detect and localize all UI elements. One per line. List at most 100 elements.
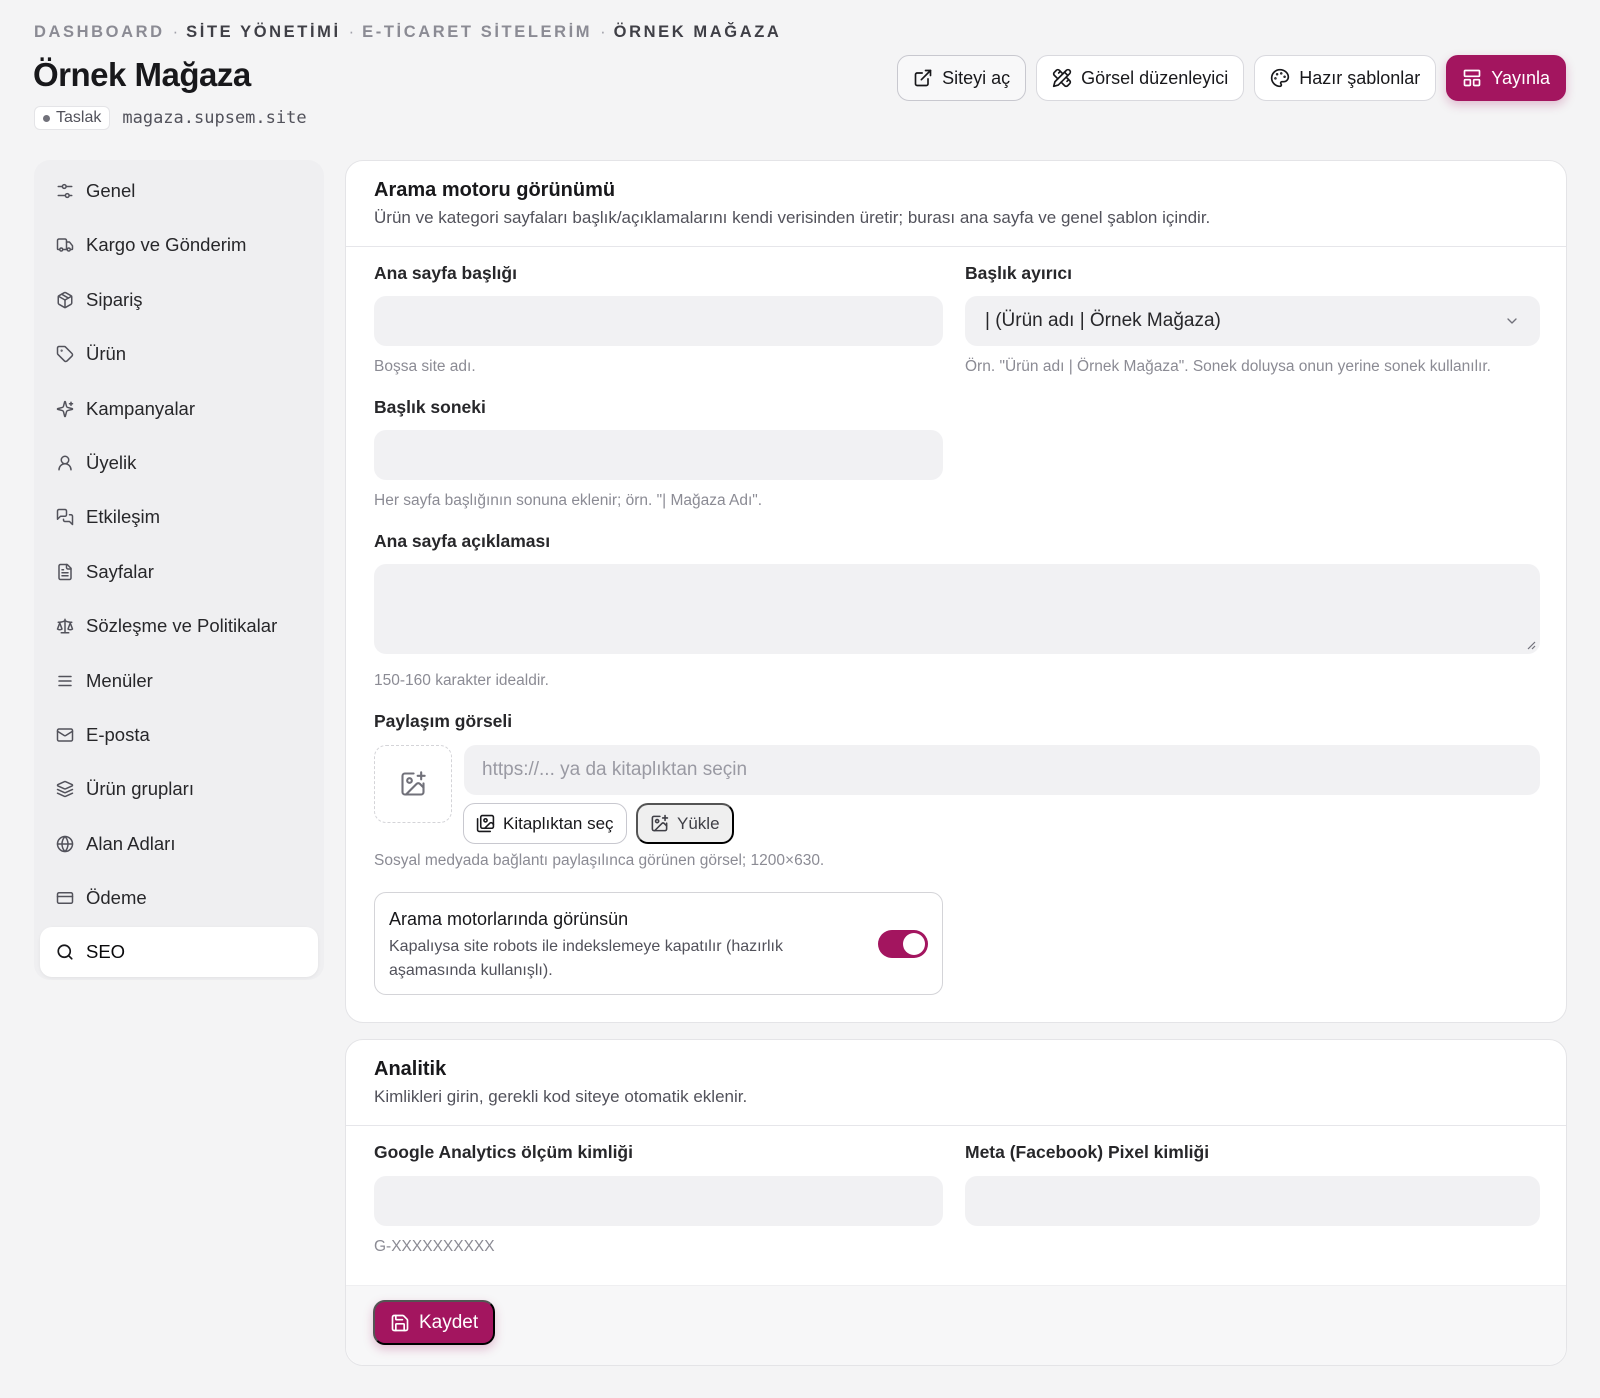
- pencil-ruler-icon: [1052, 68, 1072, 88]
- upload-button[interactable]: Yükle: [636, 803, 734, 844]
- analytics-card-footer: Kaydet: [346, 1285, 1566, 1365]
- truck-icon: [56, 238, 74, 253]
- status-badge: Taslak: [34, 106, 111, 130]
- image-plus-icon: [401, 771, 426, 796]
- sidebar-item-label: Sipariş: [86, 288, 143, 310]
- share-image-preview[interactable]: [374, 745, 452, 823]
- sidebar-item-menuler[interactable]: Menüler: [40, 656, 318, 706]
- seo-card: Arama motoru görünümü Ürün ve kategori s…: [345, 160, 1567, 1023]
- share-image-hint: Sosyal medyada bağlantı paylaşılınca gör…: [374, 852, 825, 869]
- title-separator-select[interactable]: | (Ürün adı | Örnek Mağaza): [965, 296, 1540, 346]
- sidebar-item-eposta[interactable]: E-posta: [40, 710, 318, 760]
- share-image-placeholder: https://... ya da kitaplıktan seçin: [482, 759, 748, 780]
- title-suffix-label: Başlık soneki: [374, 397, 486, 417]
- breadcrumb-ecommerce-sites[interactable]: E-TİCARET SİTELERİM: [362, 23, 592, 42]
- publish-label: Yayınla: [1491, 67, 1550, 88]
- breadcrumb-separator: ·: [600, 23, 606, 41]
- templates-label: Hazır şablonlar: [1299, 67, 1421, 88]
- analytics-card-title: Analitik: [374, 1058, 447, 1080]
- breadcrumb-separator: ·: [172, 23, 179, 41]
- sidebar-item-urun[interactable]: Ürün: [40, 329, 318, 379]
- ga-id-input[interactable]: [374, 1176, 943, 1226]
- sidebar-item-kargo[interactable]: Kargo ve Gönderim: [40, 220, 318, 270]
- sidebar-item-label: Kampanyalar: [86, 397, 196, 419]
- switch-knob: [903, 933, 925, 955]
- credit-card-icon: [56, 892, 74, 905]
- chevron-down-icon: [1507, 318, 1517, 324]
- sidebar-item-label: Ürün grupları: [86, 778, 194, 800]
- breadcrumb: DASHBOARD · SİTE YÖNETİMİ · E-TİCARET Sİ…: [34, 23, 781, 42]
- sidebar-item-siparis[interactable]: Sipariş: [40, 275, 318, 325]
- settings-sidebar: Genel Kargo ve Gönderim Sipariş Ürün Kam…: [34, 160, 324, 980]
- globe-icon: [56, 835, 74, 852]
- package-icon: [57, 291, 73, 309]
- title-separator-value: | (Ürün adı | Örnek Mağaza): [985, 310, 1221, 331]
- home-title-input[interactable]: [374, 296, 943, 346]
- sidebar-item-label: Menüler: [86, 669, 153, 691]
- breadcrumb-current: ÖRNEK MAĞAZA: [613, 23, 782, 41]
- sidebar-item-sayfalar[interactable]: Sayfalar: [40, 547, 318, 597]
- home-title-label: Ana sayfa başlığı: [374, 263, 517, 283]
- open-site-button[interactable]: Siteyi aç: [897, 55, 1027, 101]
- analytics-card-header: Analitik Kimlikleri girin, gerekli kod s…: [346, 1040, 1566, 1126]
- ga-id-hint: G-XXXXXXXXXX: [374, 1238, 495, 1255]
- tag-icon: [56, 345, 74, 363]
- file-icon: [58, 563, 72, 580]
- image-upload-icon: [651, 814, 669, 832]
- save-label: Kaydet: [419, 1311, 479, 1333]
- choose-from-library-button[interactable]: Kitaplıktan seç: [463, 803, 627, 844]
- site-domain: magaza.supsem.site: [122, 108, 307, 128]
- sidebar-item-etkilesim[interactable]: Etkileşim: [40, 492, 318, 542]
- sidebar-item-seo[interactable]: SEO: [40, 927, 318, 978]
- search-visibility-toggle-box: Arama motorlarında görünsün Kapalıysa si…: [374, 892, 943, 995]
- sidebar-item-kampanyalar[interactable]: Kampanyalar: [40, 384, 318, 434]
- meta-pixel-label: Meta (Facebook) Pixel kimliği: [965, 1142, 1210, 1162]
- user-icon: [58, 455, 72, 471]
- layers-icon: [56, 781, 74, 798]
- sidebar-item-uyelik[interactable]: Üyelik: [40, 438, 318, 488]
- sidebar-item-alan-adlari[interactable]: Alan Adları: [40, 819, 318, 869]
- resize-handle-icon[interactable]: [1526, 640, 1536, 650]
- visual-editor-button[interactable]: Görsel düzenleyici: [1036, 55, 1245, 101]
- breadcrumb-site-management[interactable]: SİTE YÖNETİMİ: [186, 23, 341, 42]
- sliders-icon: [57, 183, 73, 199]
- sidebar-item-label: Etkileşim: [86, 506, 161, 528]
- sidebar-item-label: E-posta: [86, 723, 150, 745]
- palette-icon: [1271, 68, 1290, 88]
- seo-card-description: Ürün ve kategori sayfaları başlık/açıkla…: [374, 208, 1211, 227]
- site-status-row: Taslak magaza.supsem.site: [34, 106, 307, 130]
- home-description-textarea[interactable]: [374, 564, 1540, 654]
- share-image-url-input[interactable]: https://... ya da kitaplıktan seçin: [464, 745, 1540, 795]
- title-suffix-hint: Her sayfa başlığının sonuna eklenir; örn…: [374, 492, 763, 509]
- sparkles-icon: [56, 400, 74, 417]
- sidebar-item-urun-gruplari[interactable]: Ürün grupları: [40, 764, 318, 814]
- meta-pixel-input[interactable]: [965, 1176, 1540, 1226]
- menu-icon: [58, 675, 72, 686]
- images-icon: [476, 814, 495, 833]
- title-suffix-input[interactable]: [374, 430, 943, 480]
- analytics-card: Analitik Kimlikleri girin, gerekli kod s…: [345, 1039, 1567, 1366]
- messages-icon: [56, 509, 74, 526]
- sidebar-item-sozlesme[interactable]: Sözleşme ve Politikalar: [40, 601, 318, 651]
- home-description-label: Ana sayfa açıklaması: [374, 531, 551, 551]
- page: DASHBOARD · SİTE YÖNETİMİ · E-TİCARET Sİ…: [0, 0, 1600, 1398]
- save-button[interactable]: Kaydet: [373, 1300, 496, 1345]
- sidebar-item-genel[interactable]: Genel: [40, 166, 318, 216]
- sidebar-item-label: Ürün: [86, 343, 127, 365]
- save-icon: [391, 1314, 409, 1331]
- visual-editor-label: Görsel düzenleyici: [1081, 67, 1229, 88]
- title-separator-label: Başlık ayırıcı: [965, 263, 1073, 283]
- header-actions: Siteyi aç Görsel düzenleyici Hazır şablo…: [897, 55, 1566, 101]
- sidebar-item-label: Kargo ve Gönderim: [86, 234, 247, 256]
- breadcrumb-dashboard[interactable]: DASHBOARD: [34, 23, 165, 42]
- search-visibility-switch[interactable]: [878, 930, 928, 958]
- seo-card-title: Arama motoru görünümü: [374, 179, 616, 201]
- search-visibility-title: Arama motorlarında görünsün: [389, 909, 629, 929]
- external-link-icon: [914, 69, 932, 87]
- publish-button[interactable]: Yayınla: [1446, 55, 1566, 101]
- seo-card-header: Arama motoru görünümü Ürün ve kategori s…: [346, 161, 1566, 247]
- templates-button[interactable]: Hazır şablonlar: [1254, 55, 1437, 101]
- sidebar-item-odeme[interactable]: Ödeme: [40, 873, 318, 923]
- sidebar-item-label: Üyelik: [86, 451, 137, 473]
- status-badge-label: Taslak: [56, 109, 102, 126]
